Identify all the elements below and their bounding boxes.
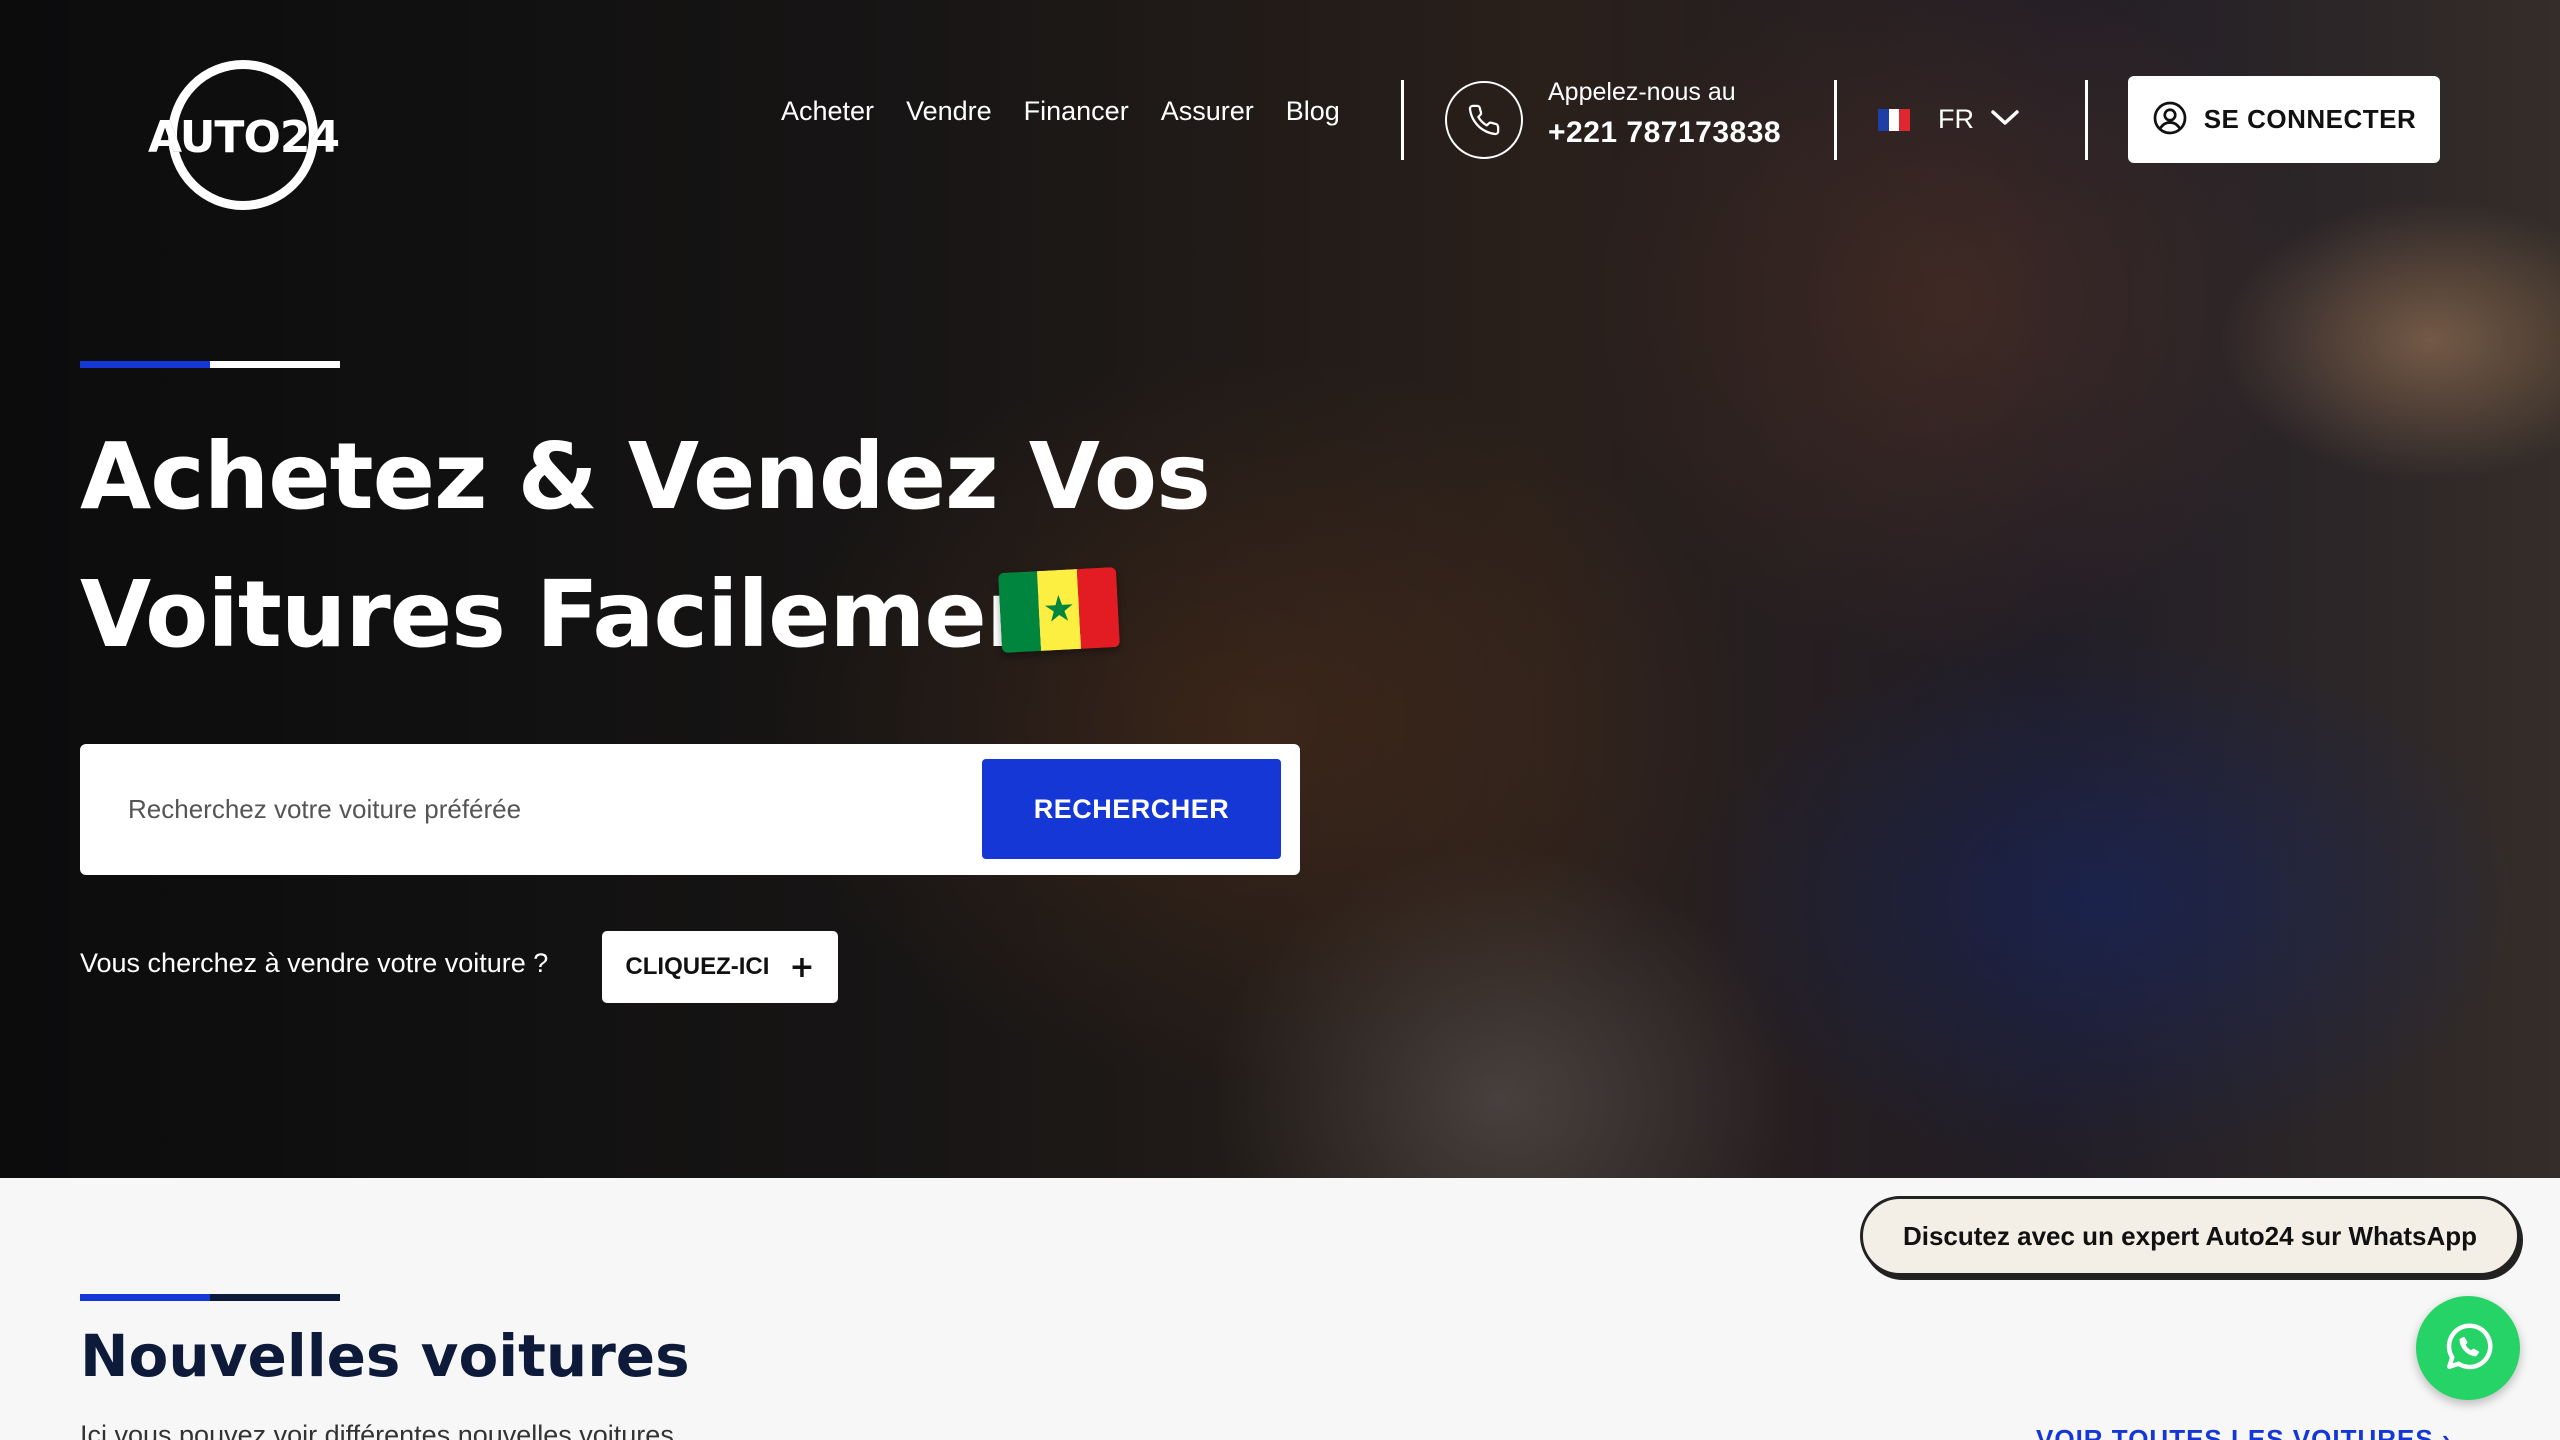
sell-button-label: CLIQUEZ-ICI (625, 953, 770, 980)
user-circle-icon (2152, 100, 2188, 140)
sell-click-here-button[interactable]: CLIQUEZ-ICI + (602, 931, 838, 1003)
hero-accent-bar-blue (80, 361, 210, 368)
logo-text: AUTO24 (148, 112, 340, 163)
nav-item-financer[interactable]: Financer (1024, 96, 1129, 127)
phone-label: Appelez-nous au (1548, 78, 1736, 106)
hero-accent-bar-white (210, 361, 340, 368)
france-flag-icon (1878, 108, 1911, 131)
nav-divider (1401, 80, 1404, 160)
new-cars-title: Nouvelles voitures (80, 1322, 690, 1390)
search-input[interactable] (128, 774, 1008, 844)
whatsapp-expert-chip[interactable]: Discutez avec un expert Auto24 sur Whats… (1860, 1196, 2520, 1276)
search-button[interactable]: RECHERCHER (982, 759, 1281, 859)
language-code: FR (1938, 104, 1974, 134)
nav-item-assurer[interactable]: Assurer (1161, 96, 1254, 127)
sell-prompt-text: Vous cherchez à vendre votre voiture ? (80, 948, 549, 978)
nav-item-vendre[interactable]: Vendre (906, 96, 992, 127)
see-all-cars-link[interactable]: VOIR TOUTES LES VOITURES › (2036, 1424, 2452, 1440)
plus-icon: + (789, 949, 815, 985)
hero-section: AUTO24 Acheter Vendre Financer Assurer B… (0, 0, 2560, 1178)
search-bar: RECHERCHER (80, 744, 1300, 875)
nav-item-blog[interactable]: Blog (1286, 96, 1340, 127)
language-selector[interactable]: FR (1878, 104, 2020, 135)
nav-item-acheter[interactable]: Acheter (781, 96, 874, 127)
login-label: SE CONNECTER (2203, 104, 2417, 134)
login-button[interactable]: SE CONNECTER (2128, 76, 2440, 163)
hero-title-line2: Voitures Facilement (80, 561, 1094, 668)
whatsapp-icon[interactable] (2416, 1296, 2520, 1400)
section-accent-bar-navy (210, 1294, 340, 1301)
section-accent-bar-blue (80, 1294, 210, 1301)
phone-icon[interactable] (1445, 81, 1523, 159)
phone-number[interactable]: +221 787173838 (1548, 116, 1781, 150)
language-divider (2085, 80, 2088, 160)
senegal-flag-icon: ★ (997, 566, 1120, 654)
contact-divider (1834, 80, 1837, 160)
auto24-logo[interactable]: AUTO24 (148, 58, 340, 214)
chevron-down-icon (1990, 108, 2020, 132)
main-nav: Acheter Vendre Financer Assurer Blog (781, 96, 1372, 127)
hero-title-line1: Achetez & Vendez Vos (80, 423, 1211, 530)
new-cars-subtitle: Ici vous pouvez voir différentes nouvell… (80, 1420, 674, 1440)
